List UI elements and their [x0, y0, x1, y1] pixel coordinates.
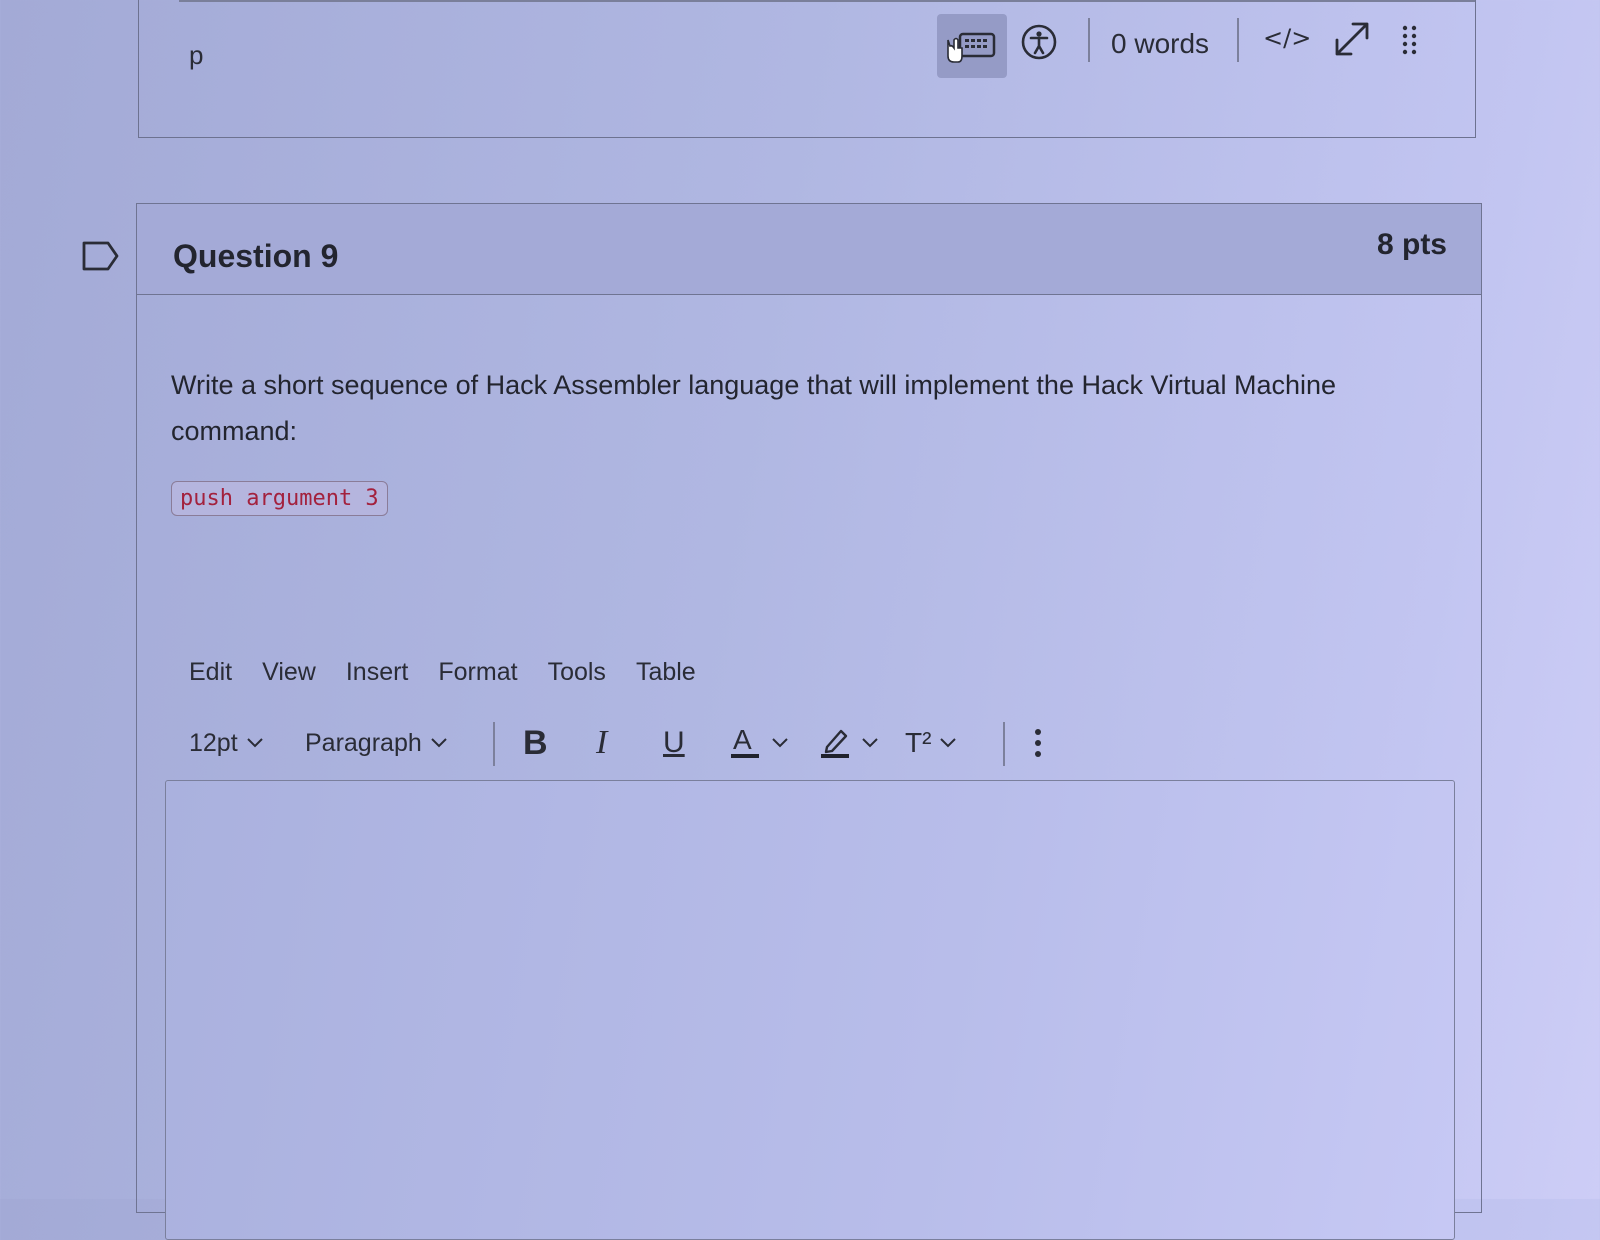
question-text: Write a short sequence of Hack Assembler…	[171, 370, 1337, 446]
drag-handle-icon	[1402, 25, 1417, 55]
menu-table[interactable]: Table	[636, 658, 696, 687]
question-header: Question 9 8 pts	[137, 204, 1481, 295]
editor-menubar: Edit View Insert Format Tools Table	[189, 658, 726, 687]
text-color-button[interactable]: A	[729, 718, 789, 768]
block-format-value: Paragraph	[305, 728, 422, 757]
menu-view[interactable]: View	[262, 658, 316, 687]
question-title: Question 9	[173, 238, 339, 274]
previous-answer-editor: p 0 words </>	[138, 0, 1476, 138]
answer-text-area[interactable]	[165, 780, 1455, 1240]
element-path-status[interactable]: p	[189, 40, 203, 71]
superscript-button[interactable]: T²	[905, 718, 957, 768]
toolbar-divider	[1237, 18, 1239, 62]
superscript-icon: T²	[905, 727, 932, 758]
highlight-color-button[interactable]	[819, 718, 879, 768]
chevron-down-icon	[246, 738, 263, 748]
more-options-button[interactable]	[1033, 718, 1043, 768]
block-format-select[interactable]: Paragraph	[305, 718, 448, 768]
editor-toolbar: 12pt Paragraph B I U A T²	[189, 718, 1089, 768]
menu-format[interactable]: Format	[438, 658, 517, 687]
bold-button[interactable]: B	[523, 718, 548, 768]
question-points: 8 pts	[1376, 228, 1447, 261]
chevron-down-icon	[431, 738, 447, 748]
expand-icon	[1335, 22, 1369, 56]
menu-insert[interactable]: Insert	[346, 658, 409, 687]
vm-command-code: push argument 3	[171, 481, 388, 516]
flag-question-button[interactable]	[82, 240, 120, 277]
menu-tools[interactable]: Tools	[548, 658, 606, 687]
font-size-value: 12pt	[189, 728, 238, 757]
resize-handle[interactable]	[1401, 24, 1419, 63]
html-editor-toggle[interactable]: </>	[1263, 24, 1311, 52]
toolbar-divider	[1088, 18, 1090, 62]
fullscreen-button[interactable]	[1331, 18, 1373, 65]
word-count[interactable]: 0 words	[1111, 28, 1209, 60]
keyboard-shortcuts-button[interactable]	[937, 14, 1007, 78]
font-size-select[interactable]: 12pt	[189, 718, 264, 768]
question-card: Question 9 8 pts Write a short sequence …	[136, 203, 1482, 1240]
toolbar-divider	[493, 722, 495, 766]
text-color-icon: A	[731, 724, 759, 758]
more-vertical-icon	[1035, 729, 1041, 757]
toolbar-divider	[1003, 722, 1005, 766]
editor-border-line	[179, 0, 1475, 2]
italic-button[interactable]: I	[596, 718, 607, 768]
flag-icon	[82, 241, 119, 271]
accessibility-icon	[1021, 24, 1057, 60]
accessibility-checker-button[interactable]	[1019, 22, 1059, 62]
keyboard-icon	[947, 32, 996, 63]
chevron-down-icon	[940, 738, 957, 748]
underline-button[interactable]: U	[663, 718, 685, 768]
chevron-down-icon	[862, 738, 878, 748]
highlighter-icon	[821, 729, 849, 758]
text-color-letter: A	[733, 724, 752, 755]
menu-edit[interactable]: Edit	[189, 658, 232, 687]
chevron-down-icon	[772, 738, 788, 748]
